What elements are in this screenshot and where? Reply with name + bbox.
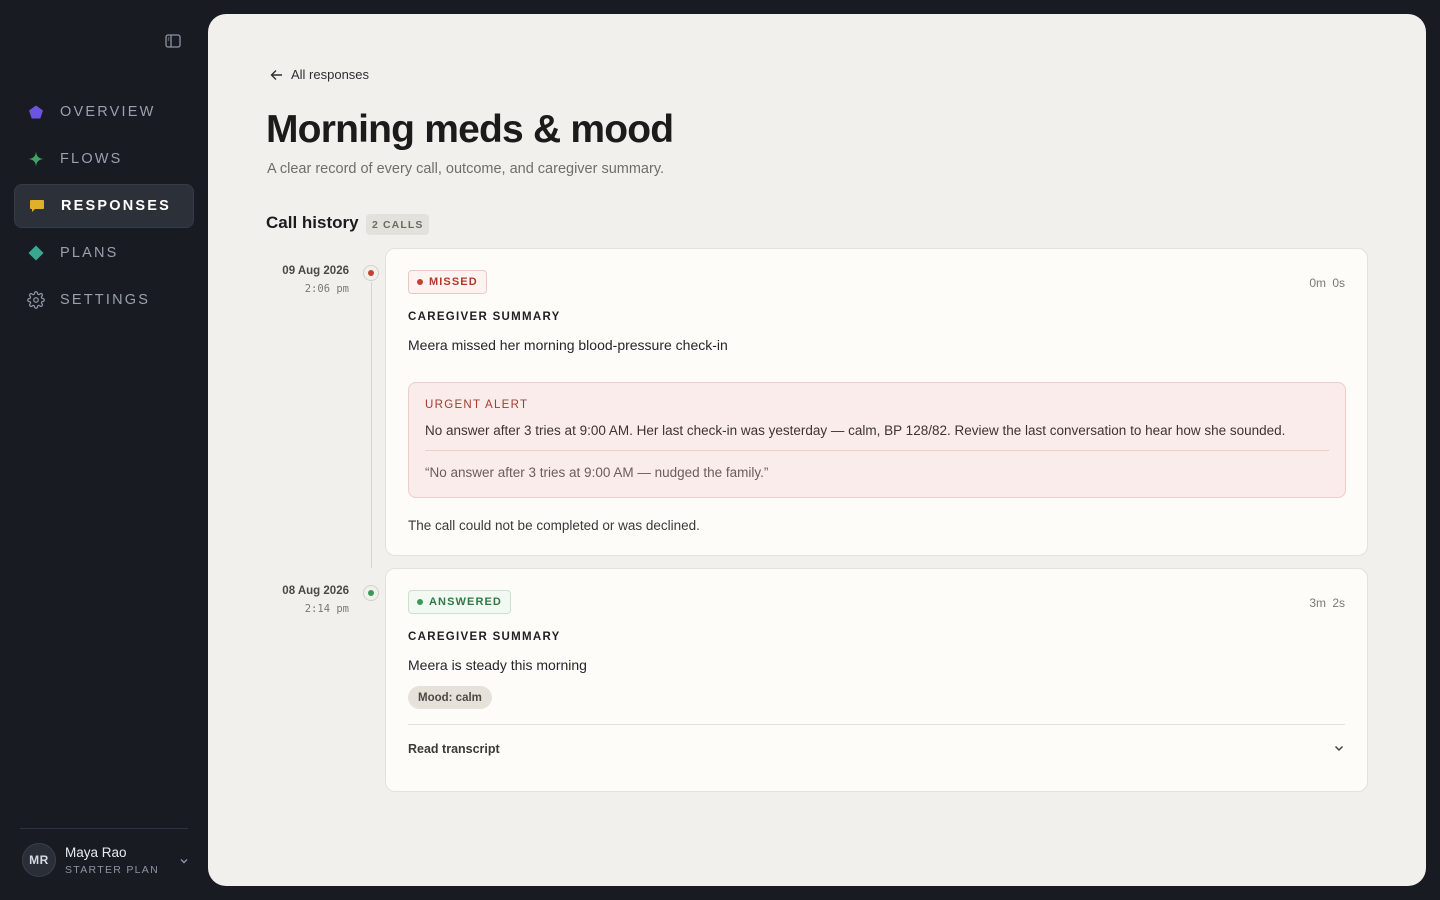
back-link-label: All responses [291,67,370,82]
sidebar-item-settings[interactable]: SETTINGS [14,278,194,322]
status-badge: ANSWERED [408,590,511,614]
call-time: 2:06 pm [304,283,349,295]
transcript-label: Read transcript [408,742,500,756]
sidebar: OVERVIEW FLOWS RESPONSES PLANS SETTINGS [0,0,208,900]
chat-bubble-icon [27,196,47,216]
divider [425,450,1329,451]
sidebar-nav: OVERVIEW FLOWS RESPONSES PLANS SETTINGS [14,90,194,325]
avatar: MR [22,843,56,877]
chevron-down-icon [1333,742,1345,757]
call-duration: 3m 2s [1309,596,1345,610]
call-duration: 0m 0s [1309,276,1345,290]
user-name: Maya Rao [65,844,127,860]
sidebar-item-label: OVERVIEW [60,104,156,120]
sparkle-icon [26,149,46,169]
sidebar-item-label: RESPONSES [61,198,172,214]
pentagon-icon [26,102,46,122]
sidebar-item-label: SETTINGS [60,292,151,308]
sidebar-item-responses[interactable]: RESPONSES [14,184,194,228]
divider [408,724,1345,725]
call-card: MISSED 0m 0s CAREGIVER SUMMARY Meera mis… [385,248,1368,556]
timeline-dot [363,585,379,601]
urgent-alert: URGENT ALERT No answer after 3 tries at … [408,382,1346,498]
call-date: 08 Aug 2026 [282,585,349,597]
chevron-down-icon [178,854,190,866]
sidebar-item-label: PLANS [60,245,119,261]
page-title: Morning meds & mood [266,108,674,151]
alert-title: URGENT ALERT [425,399,529,411]
sidebar-item-overview[interactable]: OVERVIEW [14,90,194,134]
alert-body: No answer after 3 tries at 9:00 AM. Her … [425,423,1286,438]
mood-tag: Mood: calm [408,686,492,709]
summary-text: Meera missed her morning blood-pressure … [408,337,728,353]
section-title: Call history [266,213,359,232]
arrow-left-icon [270,69,282,80]
call-date: 09 Aug 2026 [282,265,349,277]
summary-label: CAREGIVER SUMMARY [408,311,561,323]
summary-text: Meera is steady this morning [408,657,587,673]
call-time: 2:14 pm [304,603,349,615]
count-badge: 2 CALLS [366,214,430,235]
call-datetime: 09 Aug 2026 2:06 pm [282,265,349,295]
summary-label: CAREGIVER SUMMARY [408,631,561,643]
main-panel: All responses Morning meds & mood A clea… [208,14,1426,886]
gear-icon [26,290,46,310]
user-menu[interactable]: MR Maya Rao STARTER PLAN [22,840,190,880]
sidebar-item-plans[interactable]: PLANS [14,231,194,275]
sidebar-toggle-icon[interactable] [165,34,183,50]
sidebar-item-flows[interactable]: FLOWS [14,137,194,181]
user-plan: STARTER PLAN [65,863,159,876]
call-card: ANSWERED 3m 2s CAREGIVER SUMMARY Meera i… [385,568,1368,792]
back-link[interactable]: All responses [270,67,369,82]
timeline-line [371,282,372,568]
page-subtitle: A clear record of every call, outcome, a… [267,161,665,177]
divider [20,828,188,829]
diamond-icon [26,243,46,263]
sidebar-item-label: FLOWS [60,151,123,167]
status-badge: MISSED [408,270,487,294]
alert-quote: “No answer after 3 tries at 9:00 AM — nu… [425,465,769,480]
timeline-dot [363,265,379,281]
read-transcript-toggle[interactable]: Read transcript [408,737,1345,761]
call-note: The call could not be completed or was d… [408,518,700,533]
call-datetime: 08 Aug 2026 2:14 pm [282,585,349,615]
